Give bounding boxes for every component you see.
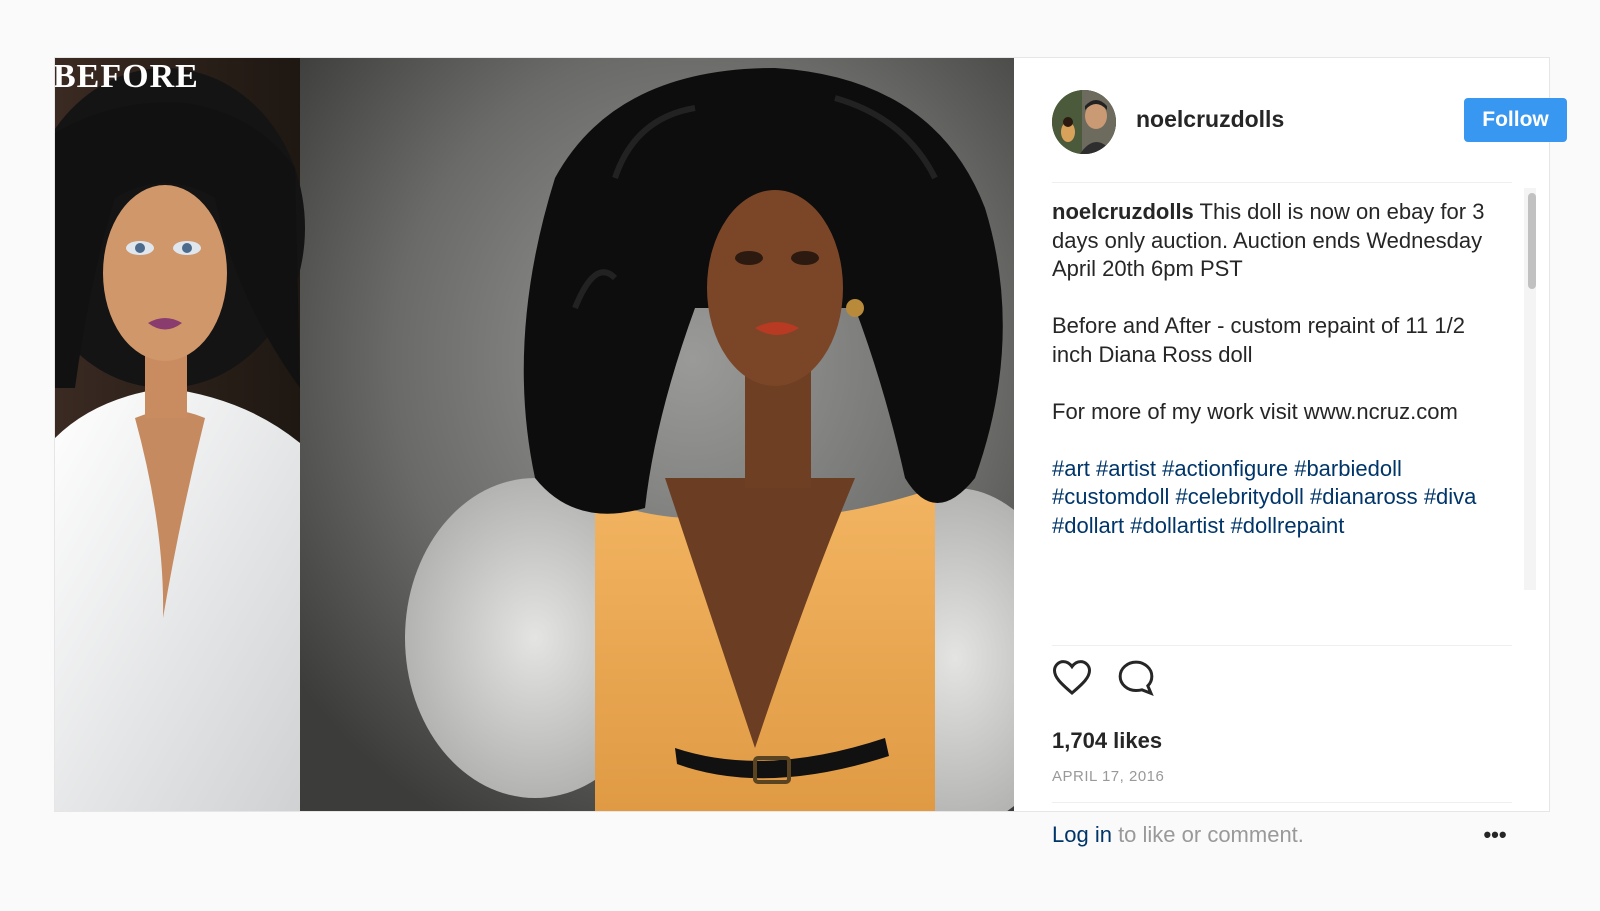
instagram-post: BEFORE noelcruzdolls Follow noelcruzdoll [54, 57, 1567, 847]
caption-scrollbar-thumb[interactable] [1528, 193, 1536, 289]
caption-divider [1052, 645, 1512, 646]
caption-paragraph-3: For more of my work visit www.ncruz.com [1052, 398, 1458, 424]
hashtag-link[interactable]: #dollartist [1130, 513, 1224, 538]
hashtag-link[interactable]: #customdoll [1052, 484, 1169, 509]
heart-icon[interactable] [1052, 658, 1096, 702]
avatar[interactable] [1052, 90, 1116, 154]
post-sidebar: noelcruzdolls Follow noelcruzdolls This … [1014, 58, 1567, 847]
hashtag-link[interactable]: #celebritydoll [1176, 484, 1304, 509]
post-date: APRIL 17, 2016 [1052, 768, 1165, 785]
likes-count[interactable]: 1,704 likes [1052, 728, 1162, 754]
hashtag-link[interactable]: #actionfigure [1162, 456, 1288, 481]
hashtag-link[interactable]: #art [1052, 456, 1090, 481]
header-divider [1052, 182, 1512, 183]
comment-icon[interactable] [1116, 658, 1160, 702]
post-header: noelcruzdolls Follow [1014, 58, 1567, 182]
hashtag-link[interactable]: #diva [1424, 484, 1477, 509]
comment-prompt-text: to like or comment. [1111, 822, 1304, 847]
avatar-image [1052, 90, 1116, 154]
caption-paragraph-1: noelcruzdolls This doll is now on ebay f… [1052, 198, 1502, 284]
post-username[interactable]: noelcruzdolls [1136, 106, 1284, 133]
follow-button[interactable]: Follow [1464, 98, 1567, 142]
caption-username[interactable]: noelcruzdolls [1052, 199, 1194, 224]
hashtag-link[interactable]: #dollrepaint [1231, 513, 1345, 538]
hashtag-link[interactable]: #artist [1096, 456, 1156, 481]
post-actions [1052, 658, 1512, 702]
more-options-icon[interactable]: ••• [1478, 822, 1512, 852]
caption-paragraph-2: Before and After - custom repaint of 11 … [1052, 313, 1465, 367]
hashtag-link[interactable]: #barbiedoll [1294, 456, 1402, 481]
before-label: BEFORE [55, 58, 199, 95]
doll-before-after-image [55, 58, 1014, 811]
hashtag-link[interactable]: #dianaross [1310, 484, 1418, 509]
comment-prompt: Log in to like or comment. ••• [1052, 822, 1512, 852]
hashtag-link[interactable]: #dollart [1052, 513, 1124, 538]
post-photo[interactable]: BEFORE [55, 58, 1014, 811]
caption: noelcruzdolls This doll is now on ebay f… [1052, 198, 1502, 638]
login-link[interactable]: Log in [1052, 822, 1112, 847]
caption-hashtags: #art #artist #actionfigure #barbiedoll #… [1052, 455, 1502, 541]
footer-divider [1052, 802, 1512, 803]
